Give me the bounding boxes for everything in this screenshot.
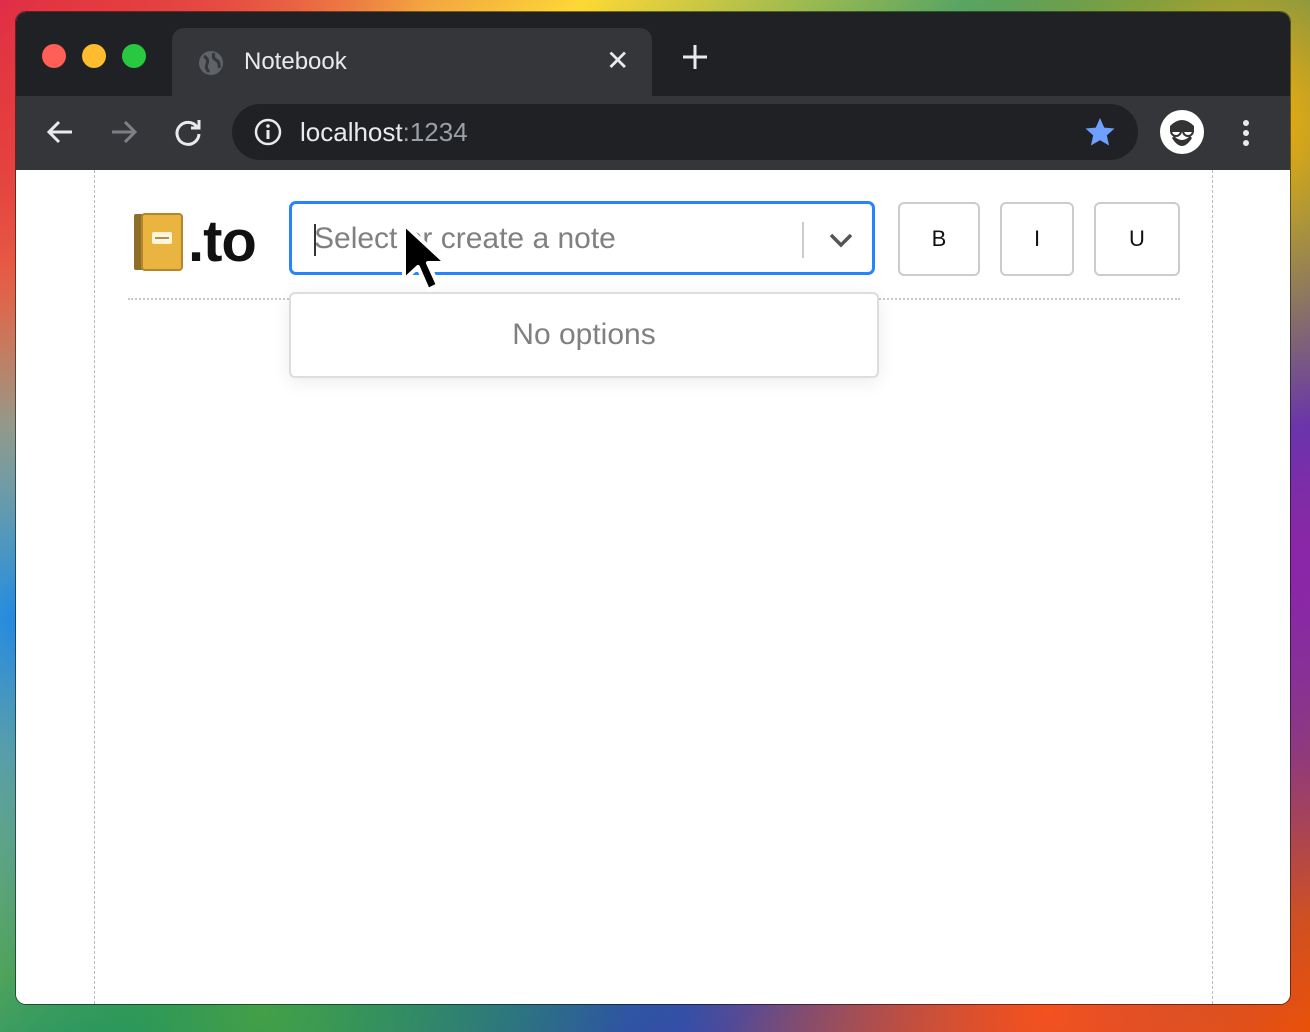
bookmark-star-icon[interactable]: [1084, 116, 1116, 148]
note-select-placeholder: Select or create a note: [314, 222, 616, 255]
tab-strip: Notebook ✕: [16, 12, 1290, 96]
underline-button[interactable]: U: [1094, 202, 1180, 276]
note-select-menu: No options: [289, 292, 879, 378]
address-bar[interactable]: localhost:1234: [232, 104, 1138, 160]
url-host: localhost: [300, 117, 403, 147]
italic-button[interactable]: I: [1000, 202, 1074, 276]
app-logo: .to: [132, 209, 257, 274]
text-caret: [314, 224, 316, 256]
browser-toolbar: localhost:1234: [16, 96, 1290, 170]
back-arrow-icon[interactable]: [44, 116, 76, 148]
tab-notebook[interactable]: Notebook ✕: [172, 28, 652, 96]
bold-button[interactable]: B: [898, 202, 980, 276]
close-window-button[interactable]: [42, 44, 66, 68]
profile-avatar[interactable]: [1160, 110, 1204, 154]
info-icon[interactable]: [254, 118, 282, 146]
notebook-icon: [134, 213, 183, 271]
no-options-message: No options: [512, 318, 656, 351]
layout-guide-right: [1212, 170, 1213, 1004]
chevron-down-icon[interactable]: [828, 230, 854, 250]
layout-guide-left: [94, 170, 95, 1004]
logo-text: .to: [188, 209, 257, 274]
page-content: .to Select or create a note B I U No opt…: [16, 170, 1290, 1004]
browser-window: Notebook ✕ localhost:1234 .to Select or …: [16, 12, 1290, 1004]
minimize-window-button[interactable]: [82, 44, 106, 68]
url-port: :1234: [402, 117, 468, 147]
note-select[interactable]: Select or create a note: [290, 202, 874, 274]
close-tab-icon[interactable]: ✕: [606, 46, 629, 76]
tab-title: Notebook: [244, 48, 347, 75]
new-tab-icon[interactable]: [680, 42, 710, 72]
mouse-cursor-icon: [402, 222, 448, 292]
indicator-separator: [802, 222, 804, 258]
avatar-icon: [1170, 120, 1194, 146]
globe-icon: [199, 51, 223, 75]
reload-icon[interactable]: [172, 116, 204, 148]
maximize-window-button[interactable]: [122, 44, 146, 68]
url-text: localhost:1234: [300, 117, 468, 148]
more-vert-icon[interactable]: [1232, 116, 1260, 150]
forward-arrow-icon[interactable]: [108, 116, 140, 148]
